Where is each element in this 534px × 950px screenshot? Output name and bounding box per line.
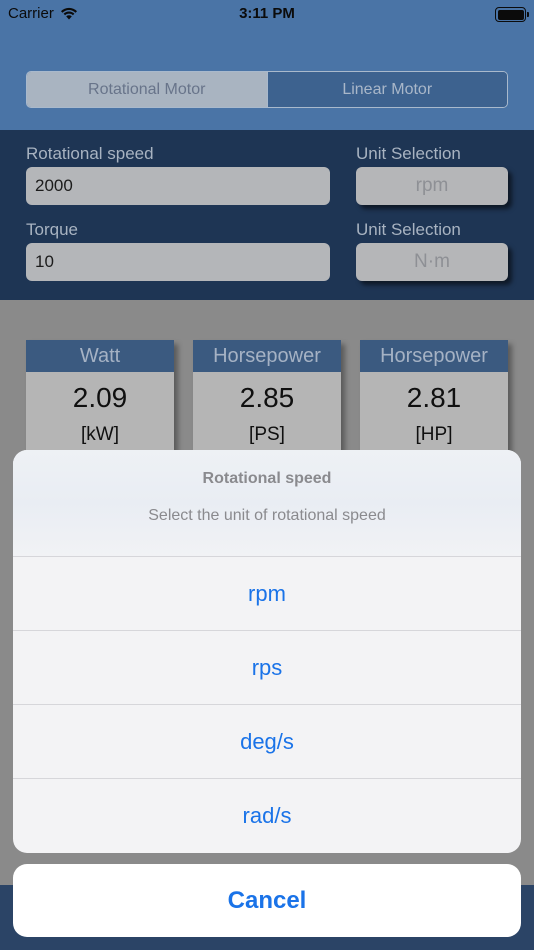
result-title: Horsepower — [193, 340, 341, 372]
torque-unit-button[interactable]: N·m — [356, 243, 508, 281]
result-value: 2.85 — [239, 382, 295, 413]
input-panel: Rotational speed 2000 Unit Selection rpm… — [0, 130, 534, 300]
speed-unit-selection-label: Unit Selection — [356, 144, 461, 163]
motor-type-segmented-control: Rotational Motor Linear Motor — [26, 71, 508, 108]
result-title: Horsepower — [360, 340, 508, 372]
result-unit: [HP] — [415, 424, 453, 445]
option-rps[interactable]: rps — [13, 631, 521, 705]
top-header: Carrier 3:11 PM Rotational Motor Linear … — [0, 0, 534, 130]
result-unit: [kW] — [81, 424, 119, 445]
tab-linear-motor[interactable]: Linear Motor — [266, 72, 507, 107]
result-title: Watt — [26, 340, 174, 372]
speed-unit-button[interactable]: rpm — [356, 167, 508, 205]
action-sheet-title: Rotational speed — [202, 470, 332, 487]
torque-label: Torque — [26, 220, 78, 239]
action-sheet-header: Rotational speed Select the unit of rota… — [13, 450, 521, 557]
status-time: 3:11 PM — [239, 5, 295, 22]
option-rad-per-s[interactable]: rad/s — [13, 779, 521, 853]
torque-unit-selection-label: Unit Selection — [356, 220, 461, 239]
unit-action-sheet: Rotational speed Select the unit of rota… — [13, 450, 521, 853]
result-card-watt: Watt 2.09 [kW] — [26, 340, 174, 456]
option-deg-per-s[interactable]: deg/s — [13, 705, 521, 779]
result-unit: [PS] — [249, 424, 285, 445]
tab-rotational-motor[interactable]: Rotational Motor — [27, 72, 267, 107]
result-card-horsepower-ps: Horsepower 2.85 [PS] — [193, 340, 341, 456]
rotational-speed-input[interactable]: 2000 — [26, 167, 330, 205]
option-rpm[interactable]: rpm — [13, 557, 521, 631]
cancel-button[interactable]: Cancel — [13, 864, 521, 937]
status-bar: Carrier 3:11 PM — [0, 0, 534, 30]
battery-icon — [495, 7, 529, 22]
rotational-speed-label: Rotational speed — [26, 144, 154, 163]
result-card-horsepower-hp: Horsepower 2.81 [HP] — [360, 340, 508, 456]
torque-input[interactable]: 10 — [26, 243, 330, 281]
action-sheet-message: Select the unit of rotational speed — [148, 507, 386, 524]
result-value: 2.09 — [72, 382, 128, 413]
result-value: 2.81 — [406, 382, 462, 413]
